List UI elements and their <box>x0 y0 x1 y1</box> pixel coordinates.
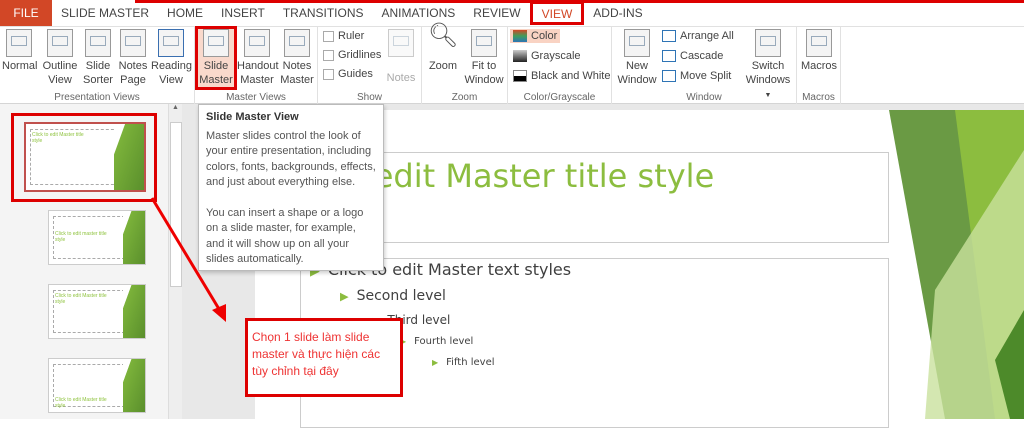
annotation-arrow <box>150 197 226 322</box>
arrow-line <box>150 197 224 315</box>
annotation-note: Chọn 1 slide làm slide master và thực hi… <box>245 318 403 397</box>
